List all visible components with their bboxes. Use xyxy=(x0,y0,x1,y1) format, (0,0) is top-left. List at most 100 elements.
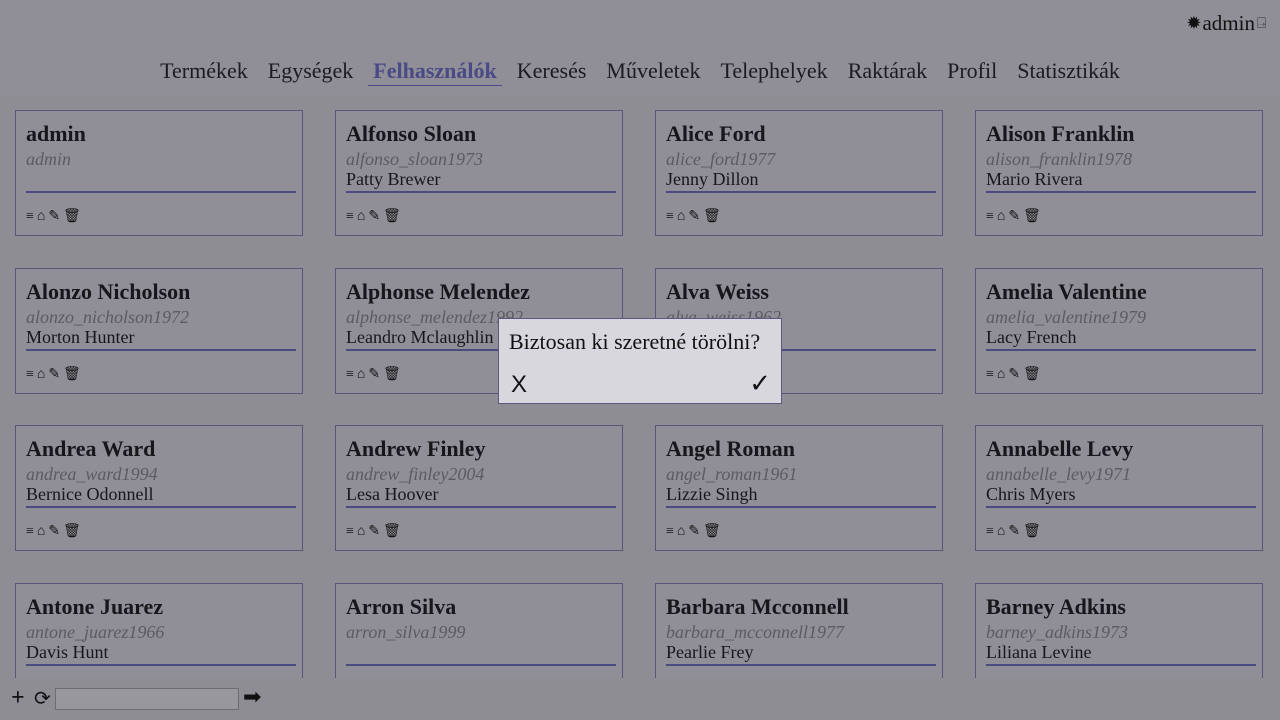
card-actions: ≡⌂✎🗑 xyxy=(986,524,1041,540)
warehouse-icon[interactable]: ⌂ xyxy=(357,524,365,540)
user-full-name: Antone Juarez xyxy=(26,594,164,619)
trash-icon[interactable]: 🗑 xyxy=(63,524,81,540)
trash-icon[interactable]: 🗑 xyxy=(63,209,81,225)
pencil-icon[interactable]: ✎ xyxy=(688,209,700,225)
user-full-name: Alfonso Sloan xyxy=(346,121,477,146)
user-username: barney_adkins1973 xyxy=(986,622,1128,642)
warehouse-icon[interactable]: ⌂ xyxy=(997,524,1005,540)
pencil-icon[interactable]: ✎ xyxy=(48,367,60,383)
sun-icon[interactable]: ✹ xyxy=(1186,13,1201,34)
user-manager: Morton Hunter xyxy=(26,327,296,351)
user-full-name: Alison Franklin xyxy=(986,121,1135,146)
card-actions: ≡⌂✎🗑 xyxy=(986,209,1041,225)
trash-icon[interactable]: 🗑 xyxy=(1023,367,1041,383)
warehouse-icon[interactable]: ⌂ xyxy=(357,209,365,225)
user-full-name: Arron Silva xyxy=(346,594,457,619)
user-full-name: admin xyxy=(26,121,86,146)
user-card: Alfonso Sloan alfonso_sloan1973 Patty Brew… xyxy=(335,110,623,236)
nav-item-4[interactable]: Műveletek xyxy=(601,57,705,86)
pencil-icon[interactable]: ✎ xyxy=(48,209,60,225)
card-actions: ≡⌂✎🗑 xyxy=(26,367,81,383)
user-full-name: Barbara Mcconnell xyxy=(666,594,849,619)
trash-icon[interactable]: 🗑 xyxy=(383,524,401,540)
user-username: alice_ford1977 xyxy=(666,149,776,169)
pencil-icon[interactable]: ✎ xyxy=(368,209,380,225)
logout-icon[interactable]: ⍈ xyxy=(1257,15,1266,33)
warehouse-icon[interactable]: ⌂ xyxy=(37,524,45,540)
list-icon[interactable]: ≡ xyxy=(986,367,994,383)
card-actions: ≡⌂✎🗑 xyxy=(26,524,81,540)
user-username: andrea_ward1994 xyxy=(26,464,158,484)
arrow-right-icon[interactable]: ➡ xyxy=(243,687,261,709)
user-card: Alice Ford alice_ford1977 Jenny Dillon ≡ ⌂ ✎ 🗑 xyxy=(655,110,943,236)
user-full-name: Alice Ford xyxy=(666,121,766,146)
pencil-icon[interactable]: ✎ xyxy=(688,524,700,540)
list-icon[interactable]: ≡ xyxy=(346,367,354,383)
main-nav: Termékek Egységek Felhasználók Keresés Művel… xyxy=(0,57,1280,86)
warehouse-icon[interactable]: ⌂ xyxy=(677,524,685,540)
trash-icon[interactable]: 🗑 xyxy=(383,209,401,225)
trash-icon[interactable]: 🗑 xyxy=(1023,209,1041,225)
nav-item-0[interactable]: Termékek xyxy=(155,57,253,86)
user-username: andrew_finley2004 xyxy=(346,464,485,484)
nav-item-6[interactable]: Raktárak xyxy=(843,57,932,86)
pencil-icon[interactable]: ✎ xyxy=(368,524,380,540)
warehouse-icon[interactable]: ⌂ xyxy=(37,367,45,383)
warehouse-icon[interactable]: ⌂ xyxy=(997,367,1005,383)
user-card: Angel Roman angel_roman1961 Lizzie Singh ≡ ⌂… xyxy=(655,425,943,551)
card-actions: ≡⌂✎🗑 xyxy=(986,367,1041,383)
user-manager: Lesa Hoover xyxy=(346,484,616,508)
nav-item-1[interactable]: Egységek xyxy=(263,57,359,86)
trash-icon[interactable]: 🗑 xyxy=(63,367,81,383)
user-manager: Davis Hunt xyxy=(26,642,296,666)
plus-icon[interactable]: + xyxy=(11,686,25,710)
user-card: Barney Adkins barney_adkins1973 Liliana Le… xyxy=(975,583,1263,678)
nav-item-7[interactable]: Profil xyxy=(942,57,1002,86)
warehouse-icon[interactable]: ⌂ xyxy=(997,209,1005,225)
list-icon[interactable]: ≡ xyxy=(986,209,994,225)
user-full-name: Andrew Finley xyxy=(346,436,486,461)
user-full-name: Barney Adkins xyxy=(986,594,1126,619)
list-icon[interactable]: ≡ xyxy=(986,524,994,540)
trash-icon[interactable]: 🗑 xyxy=(1023,524,1041,540)
list-icon[interactable]: ≡ xyxy=(666,524,674,540)
user-full-name: Annabelle Levy xyxy=(986,436,1134,461)
nav-item-5[interactable]: Telephelyek xyxy=(716,57,833,86)
confirm-button[interactable]: ✓ xyxy=(749,369,771,399)
warehouse-icon[interactable]: ⌂ xyxy=(37,209,45,225)
user-username: barbara_mcconnell1977 xyxy=(666,622,844,642)
pencil-icon[interactable]: ✎ xyxy=(48,524,60,540)
pencil-icon[interactable]: ✎ xyxy=(1008,209,1020,225)
list-icon[interactable]: ≡ xyxy=(666,209,674,225)
warehouse-icon[interactable]: ⌂ xyxy=(677,209,685,225)
user-username: alfonso_sloan1973 xyxy=(346,149,484,169)
cancel-button[interactable]: X xyxy=(511,371,527,399)
username-label[interactable]: admin xyxy=(1202,11,1255,36)
user-menu[interactable]: ✹ admin ⍈ xyxy=(1186,11,1266,36)
list-icon[interactable]: ≡ xyxy=(346,524,354,540)
pencil-icon[interactable]: ✎ xyxy=(1008,367,1020,383)
list-icon[interactable]: ≡ xyxy=(26,524,34,540)
pencil-icon[interactable]: ✎ xyxy=(1008,524,1020,540)
dialog-question: Biztosan ki szeretné törölni? xyxy=(509,329,761,354)
user-manager xyxy=(26,169,296,193)
search-input[interactable] xyxy=(55,688,239,710)
user-card: Arron Silvaarron_silva1999≡⌂✎🗑 xyxy=(335,583,623,678)
user-username: annabelle_levy1971 xyxy=(986,464,1131,484)
trash-icon[interactable]: 🗑 xyxy=(703,524,721,540)
user-card: Alonzo Nicholson alonzo_nicholson1972 Mort… xyxy=(15,268,303,394)
user-manager: Pearlie Frey xyxy=(666,642,936,666)
nav-item-2[interactable]: Felhasználók xyxy=(368,57,502,86)
list-icon[interactable]: ≡ xyxy=(26,367,34,383)
user-username: angel_roman1961 xyxy=(666,464,798,484)
trash-icon[interactable]: 🗑 xyxy=(383,367,401,383)
trash-icon[interactable]: 🗑 xyxy=(703,209,721,225)
nav-item-8[interactable]: Statisztikák xyxy=(1012,57,1125,86)
header: ✹ admin ⍈ Termékek Egységek Felhasználók Ke… xyxy=(0,0,1280,95)
refresh-icon[interactable]: ⟳ xyxy=(34,688,51,708)
nav-item-3[interactable]: Keresés xyxy=(512,57,592,86)
warehouse-icon[interactable]: ⌂ xyxy=(357,367,365,383)
list-icon[interactable]: ≡ xyxy=(346,209,354,225)
pencil-icon[interactable]: ✎ xyxy=(368,367,380,383)
list-icon[interactable]: ≡ xyxy=(26,209,34,225)
